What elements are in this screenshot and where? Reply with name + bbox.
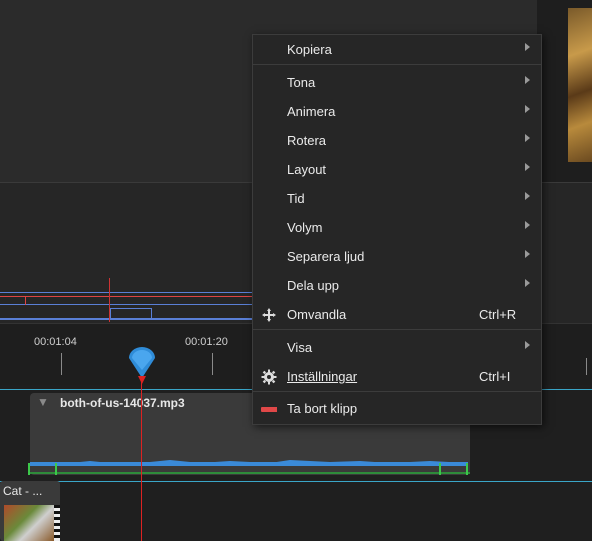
menu-item-omvandla[interactable]: Omvandla Ctrl+R bbox=[253, 300, 541, 329]
menu-item-visa[interactable]: Visa bbox=[253, 333, 541, 362]
menu-item-label: Visa bbox=[287, 340, 313, 355]
move-icon bbox=[262, 308, 276, 322]
fade-out-handle[interactable] bbox=[439, 463, 441, 475]
submenu-arrow-icon bbox=[525, 221, 530, 229]
submenu-arrow-icon bbox=[525, 76, 530, 84]
menu-item-installningar[interactable]: Inställningar Ctrl+I bbox=[253, 362, 541, 391]
menu-item-volym[interactable]: Volym bbox=[253, 213, 541, 242]
menu-item-label: Rotera bbox=[287, 133, 327, 148]
menu-shortcut: Ctrl+I bbox=[479, 369, 511, 384]
video-preview-image bbox=[568, 8, 592, 162]
submenu-arrow-icon bbox=[525, 192, 530, 200]
submenu-arrow-icon bbox=[525, 134, 530, 142]
context-menu: Kopiera Tona Animera Rotera Layout Tid V… bbox=[252, 34, 542, 425]
menu-item-label: Layout bbox=[287, 162, 327, 177]
menu-shortcut: Ctrl+R bbox=[479, 307, 517, 322]
gear-icon bbox=[261, 369, 277, 385]
menu-item-tid[interactable]: Tid bbox=[253, 184, 541, 213]
menu-item-label: Inställningar bbox=[287, 369, 358, 384]
ruler-tick bbox=[61, 353, 62, 375]
menu-item-label: Ta bort klipp bbox=[287, 401, 358, 416]
track-boundary bbox=[0, 481, 592, 482]
menu-item-tona[interactable]: Tona bbox=[253, 68, 541, 97]
submenu-arrow-icon bbox=[525, 105, 530, 113]
clip-title: both-of-us-14037.mp3 bbox=[60, 396, 185, 410]
menu-item-label: Dela upp bbox=[287, 278, 340, 293]
overview-track-bar bbox=[0, 318, 255, 320]
clip-start-handle[interactable] bbox=[28, 463, 30, 475]
menu-item-label: Kopiera bbox=[287, 42, 332, 57]
audio-waveform bbox=[30, 460, 468, 466]
chevron-down-icon[interactable]: ▼ bbox=[37, 395, 49, 409]
menu-item-separera-ljud[interactable]: Separera ljud bbox=[253, 242, 541, 271]
menu-item-label: Animera bbox=[287, 104, 336, 119]
menu-item-label: Volym bbox=[287, 220, 323, 235]
menu-item-kopiera[interactable]: Kopiera bbox=[253, 35, 541, 64]
menu-item-label: Tid bbox=[287, 191, 305, 206]
menu-separator bbox=[253, 391, 541, 392]
ruler-tick bbox=[586, 358, 587, 375]
menu-item-dela-upp[interactable]: Dela upp bbox=[253, 271, 541, 300]
clip-thumbnail bbox=[4, 505, 54, 541]
playhead-line[interactable] bbox=[141, 378, 142, 541]
clip-end-handle[interactable] bbox=[466, 463, 468, 475]
submenu-arrow-icon bbox=[525, 279, 530, 287]
overview-clip-outline bbox=[0, 292, 256, 305]
submenu-arrow-icon bbox=[525, 250, 530, 258]
menu-item-layout[interactable]: Layout bbox=[253, 155, 541, 184]
menu-item-animera[interactable]: Animera bbox=[253, 97, 541, 126]
clip-volume-line bbox=[30, 472, 470, 474]
film-strip-icon bbox=[54, 505, 60, 541]
menu-item-label: Tona bbox=[287, 75, 316, 90]
time-label: 00:01:04 bbox=[34, 336, 77, 348]
menu-item-ta-bort-klipp[interactable]: Ta bort klipp bbox=[253, 394, 541, 423]
playhead-handle[interactable] bbox=[128, 346, 156, 384]
overview-red-marker bbox=[25, 296, 26, 305]
menu-item-label: Omvandla bbox=[287, 307, 347, 322]
menu-separator bbox=[253, 64, 541, 65]
fade-in-handle[interactable] bbox=[55, 463, 57, 475]
ruler-tick bbox=[212, 353, 213, 375]
submenu-arrow-icon bbox=[525, 341, 530, 349]
clip-title: Cat - ... bbox=[3, 484, 43, 498]
menu-item-rotera[interactable]: Rotera bbox=[253, 126, 541, 155]
time-label: 00:01:20 bbox=[185, 336, 228, 348]
overview-playhead bbox=[109, 278, 110, 322]
submenu-arrow-icon bbox=[525, 43, 530, 51]
overview-red-line bbox=[0, 296, 255, 297]
remove-clip-icon bbox=[261, 407, 277, 412]
menu-item-label: Separera ljud bbox=[287, 249, 365, 264]
menu-separator bbox=[253, 329, 541, 330]
submenu-arrow-icon bbox=[525, 163, 530, 171]
